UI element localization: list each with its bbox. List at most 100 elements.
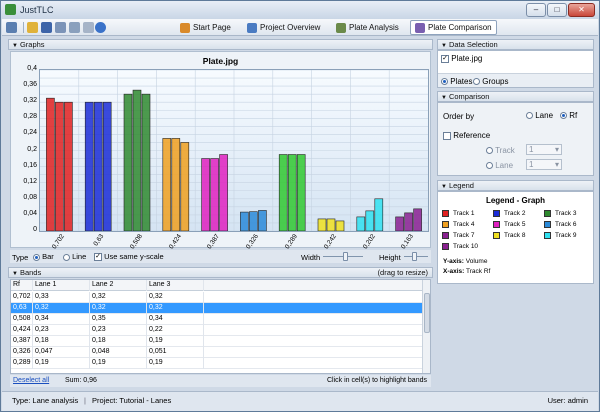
bar[interactable] xyxy=(326,218,336,232)
bar[interactable] xyxy=(278,154,288,232)
bar[interactable] xyxy=(64,101,73,232)
same-yscale-checkbox[interactable]: ✓ Use same y-scale xyxy=(94,252,164,262)
height-slider-thumb[interactable] xyxy=(412,252,417,261)
nav-project-overview[interactable]: Project Overview xyxy=(243,20,324,35)
nav-start-page[interactable]: Start Page xyxy=(176,20,235,35)
bar[interactable] xyxy=(240,211,249,232)
table-cell[interactable]: 0,63 xyxy=(11,303,33,314)
same-yscale-check[interactable]: ✓ xyxy=(94,253,102,262)
bar[interactable] xyxy=(210,158,219,232)
legend-header[interactable]: ▼ Legend xyxy=(437,180,594,191)
ref-track-select[interactable]: 1 ▾ xyxy=(526,144,562,155)
table-cell[interactable]: 0,18 xyxy=(33,336,90,347)
ref-track-dot[interactable] xyxy=(486,147,493,155)
bar[interactable] xyxy=(219,154,228,232)
nav-plate-comparison[interactable]: Plate Comparison xyxy=(410,20,497,35)
table-row[interactable]: 0,289 0,19 0,19 0,19 xyxy=(11,358,424,369)
settings-icon[interactable] xyxy=(83,22,94,33)
bar-radio[interactable]: Bar xyxy=(33,252,54,261)
bar[interactable] xyxy=(123,93,133,232)
table-cell[interactable]: 0,424 xyxy=(11,325,33,336)
bar[interactable] xyxy=(296,154,306,232)
bar-radio-dot[interactable] xyxy=(33,253,40,261)
graphs-panel-header[interactable]: ▼ Graphs xyxy=(8,39,433,50)
minimize-button[interactable]: ‒ xyxy=(526,3,546,17)
bar[interactable] xyxy=(317,218,327,232)
bar[interactable] xyxy=(287,154,297,232)
table-cell[interactable]: 0,048 xyxy=(90,347,147,358)
table-cell[interactable]: 0,19 xyxy=(147,358,204,369)
deselect-all-link[interactable]: Deselect all xyxy=(13,375,49,387)
width-slider[interactable] xyxy=(323,252,363,261)
save-icon[interactable] xyxy=(41,22,52,33)
table-cell[interactable]: 0,35 xyxy=(90,314,147,325)
ref-lane-select[interactable]: 1 ▾ xyxy=(526,159,562,170)
table-cell[interactable]: 0,289 xyxy=(11,358,33,369)
table-scrollbar-thumb[interactable] xyxy=(424,293,430,333)
table-cell[interactable]: 0,32 xyxy=(90,303,147,314)
table-row[interactable]: 0,424 0,23 0,23 0,22 xyxy=(11,325,424,336)
bar[interactable] xyxy=(374,198,384,232)
bar[interactable] xyxy=(162,138,172,232)
bar[interactable] xyxy=(132,89,142,232)
reference-check[interactable] xyxy=(443,131,451,140)
table-cell[interactable]: 0,702 xyxy=(11,292,33,303)
nav-plate-analysis[interactable]: Plate Analysis xyxy=(332,20,403,35)
table-cell[interactable]: 0,387 xyxy=(11,336,33,347)
order-rf-radio[interactable]: Rf xyxy=(560,111,577,120)
table-cell[interactable]: 0,33 xyxy=(33,292,90,303)
ref-lane-radio[interactable]: Lane xyxy=(486,161,513,170)
close-button[interactable]: ✕ xyxy=(568,3,595,17)
table-cell[interactable]: 0,18 xyxy=(90,336,147,347)
table-cell[interactable]: 0,047 xyxy=(33,347,90,358)
bar[interactable] xyxy=(102,101,112,232)
bar[interactable] xyxy=(84,101,94,232)
plate-checkbox[interactable]: ✓ Plate.jpg xyxy=(441,54,482,63)
bar[interactable] xyxy=(249,211,258,232)
bar[interactable] xyxy=(258,210,267,232)
table-row[interactable]: 0,508 0,34 0,35 0,34 xyxy=(11,314,424,325)
menu-icon[interactable] xyxy=(6,22,17,33)
table-cell[interactable]: 0,32 xyxy=(90,292,147,303)
table-cell[interactable]: 0,051 xyxy=(147,347,204,358)
line-radio-dot[interactable] xyxy=(63,253,70,261)
bar[interactable] xyxy=(180,142,190,232)
bar[interactable] xyxy=(404,212,413,232)
table-cell[interactable]: 0,34 xyxy=(147,314,204,325)
help-icon[interactable] xyxy=(95,22,106,33)
table-cell[interactable]: 0,34 xyxy=(33,314,90,325)
bar[interactable] xyxy=(171,138,181,232)
bar[interactable] xyxy=(201,158,210,232)
table-cell[interactable]: 0,32 xyxy=(33,303,90,314)
table-cell[interactable]: 0,19 xyxy=(33,358,90,369)
open-folder-icon[interactable] xyxy=(27,22,38,33)
plates-radio[interactable]: Plates xyxy=(441,77,472,86)
bar[interactable] xyxy=(356,216,366,232)
bar[interactable] xyxy=(365,210,375,232)
bands-panel-header[interactable]: ▼ Bands (drag to resize) xyxy=(8,267,433,278)
bar[interactable] xyxy=(93,101,103,232)
column-header-rf[interactable]: Rf xyxy=(11,280,33,291)
column-header-lane2[interactable]: Lane 2 xyxy=(90,280,147,291)
table-cell[interactable]: 0,19 xyxy=(90,358,147,369)
plates-radio-dot[interactable] xyxy=(441,78,448,86)
width-slider-thumb[interactable] xyxy=(343,252,348,261)
bar[interactable] xyxy=(395,216,404,232)
height-slider[interactable] xyxy=(404,252,428,261)
table-cell[interactable]: 0,22 xyxy=(147,325,204,336)
column-header-lane3[interactable]: Lane 3 xyxy=(147,280,204,291)
groups-radio-dot[interactable] xyxy=(473,78,480,86)
bar[interactable] xyxy=(46,97,55,232)
bar[interactable] xyxy=(141,93,151,232)
bar[interactable] xyxy=(55,101,64,232)
plate-check[interactable]: ✓ xyxy=(441,54,449,63)
table-cell[interactable]: 0,23 xyxy=(90,325,147,336)
table-row[interactable]: 0,702 0,33 0,32 0,32 xyxy=(11,292,424,303)
ref-lane-dot[interactable] xyxy=(486,162,493,170)
order-lane-radio[interactable]: Lane xyxy=(526,111,553,120)
bar[interactable] xyxy=(335,220,345,232)
table-row[interactable]: 0,63 0,32 0,32 0,32 xyxy=(11,303,424,314)
table-cell[interactable]: 0,23 xyxy=(33,325,90,336)
table-cell[interactable]: 0,32 xyxy=(147,303,204,314)
table-cell[interactable]: 0,32 xyxy=(147,292,204,303)
